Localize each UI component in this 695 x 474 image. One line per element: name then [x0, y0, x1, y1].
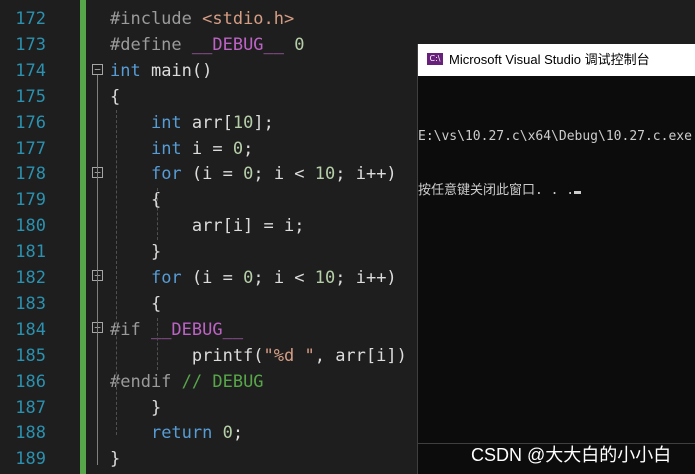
- code-text[interactable]: }: [110, 395, 161, 421]
- token-kw: int: [150, 112, 182, 133]
- line-number: 189: [15, 449, 46, 470]
- token-ident: [212, 423, 222, 443]
- console-cursor: [574, 191, 582, 194]
- line-number: 186: [15, 371, 46, 392]
- code-text[interactable]: #include <stdio.h>: [110, 6, 294, 32]
- token-ident: (i =: [181, 268, 244, 288]
- code-text[interactable]: #if __DEBUG__: [110, 317, 243, 343]
- line-number: 179: [15, 190, 46, 211]
- line-number: 174: [15, 60, 46, 81]
- console-title-bar[interactable]: C:\ Microsoft Visual Studio 调试控制台: [418, 44, 695, 76]
- code-line[interactable]: 172 #include <stdio.h>: [0, 6, 695, 32]
- token-macro: __DEBUG__: [191, 34, 285, 55]
- code-text[interactable]: #define __DEBUG__ 0: [110, 32, 305, 58]
- token-num: 10: [232, 112, 254, 133]
- line-number: 172: [15, 9, 46, 29]
- token-ident: }: [110, 449, 121, 470]
- line-number: 176: [15, 112, 46, 133]
- code-text[interactable]: for (i = 0; i < 10; i++): [110, 161, 397, 187]
- token-cmt: // DEBUG: [181, 371, 264, 392]
- code-text[interactable]: }: [110, 239, 161, 265]
- code-text[interactable]: {: [110, 187, 161, 213]
- code-text[interactable]: {: [110, 84, 120, 110]
- token-kw: for: [150, 164, 182, 185]
- token-kw: int: [150, 138, 182, 159]
- token-ident: , arr[i]): [314, 345, 407, 366]
- token-ident: ;: [243, 138, 254, 159]
- token-pp: #define: [110, 34, 192, 55]
- console-app-icon: C:\: [427, 53, 443, 65]
- fold-outline-line: [97, 75, 98, 465]
- token-ident: ; i++): [335, 164, 397, 185]
- token-ident: [284, 35, 294, 55]
- token-ident: }: [110, 397, 162, 418]
- token-num: 10: [314, 164, 336, 185]
- token-ident: ; i++): [335, 268, 397, 288]
- code-text[interactable]: printf("%d ", arr[i]): [110, 343, 407, 369]
- token-str: <stdio.h>: [202, 9, 295, 29]
- line-number: 178: [15, 164, 46, 185]
- line-number: 187: [15, 397, 46, 418]
- line-number: 184: [15, 319, 46, 340]
- csdn-watermark: CSDN @大大白的小小白: [471, 445, 672, 465]
- code-text[interactable]: arr[i] = i;: [110, 213, 305, 239]
- indent-guide: [116, 110, 117, 435]
- token-kw: for: [150, 268, 182, 288]
- token-pp: #include: [110, 9, 203, 29]
- code-text[interactable]: {: [110, 291, 161, 317]
- token-ident: {: [110, 190, 162, 211]
- token-num: 0: [243, 268, 254, 288]
- line-number: 173: [15, 34, 46, 55]
- line-number: 181: [15, 242, 46, 263]
- token-ident: ];: [253, 112, 274, 133]
- console-output-line: E:\vs\10.27.c\x64\Debug\10.27.c.exe: [418, 129, 692, 144]
- line-number: 185: [15, 345, 46, 366]
- token-ident: arr[i] = i;: [110, 216, 305, 237]
- token-kw: return: [150, 423, 213, 444]
- token-ident: main(): [140, 60, 213, 81]
- token-ident: i =: [181, 138, 233, 159]
- line-number: 175: [15, 86, 46, 107]
- token-ident: ;: [232, 423, 244, 444]
- code-text[interactable]: for (i = 0; i < 10; i++): [110, 265, 397, 291]
- token-ident: ; i <: [253, 268, 315, 288]
- indent-guide: [157, 188, 158, 240]
- debug-console-window[interactable]: C:\ Microsoft Visual Studio 调试控制台 E:\vs\…: [417, 44, 695, 474]
- token-num: 0: [222, 423, 233, 444]
- code-text[interactable]: return 0;: [110, 420, 243, 446]
- console-output: E:\vs\10.27.c\x64\Debug\10.27.c.exe 按任意键…: [418, 92, 692, 236]
- console-output-line: 按任意键关闭此窗口. . .: [418, 182, 692, 200]
- token-ident: {: [110, 86, 121, 107]
- fold-toggle-main[interactable]: −: [92, 64, 103, 75]
- console-title: Microsoft Visual Studio 调试控制台: [449, 52, 650, 67]
- token-str: "%d ": [263, 345, 315, 366]
- indent-guide: [157, 318, 158, 370]
- token-ident: arr[: [181, 112, 233, 133]
- line-number: 183: [15, 293, 46, 314]
- code-text[interactable]: int i = 0;: [110, 136, 253, 162]
- token-ident: printf(: [110, 345, 264, 366]
- token-ident: }: [110, 242, 162, 263]
- line-number: 182: [15, 268, 46, 288]
- token-kw: int: [110, 60, 141, 81]
- token-ident: {: [110, 293, 162, 314]
- line-number: 188: [15, 423, 46, 444]
- line-number: 177: [15, 138, 46, 159]
- token-num: 0: [232, 138, 244, 159]
- token-num: 0: [243, 164, 254, 185]
- line-number: 180: [15, 216, 46, 237]
- code-text[interactable]: int arr[10];: [110, 110, 274, 136]
- code-text[interactable]: int main(): [110, 58, 212, 84]
- token-num: 10: [314, 268, 336, 288]
- code-text[interactable]: #endif // DEBUG: [110, 369, 264, 395]
- token-num: 0: [294, 34, 305, 55]
- code-text[interactable]: }: [110, 446, 120, 472]
- token-macro: __DEBUG__: [150, 319, 244, 340]
- token-pp: #endif: [110, 371, 182, 392]
- token-ident: (i =: [181, 164, 244, 185]
- token-ident: ; i <: [253, 164, 315, 185]
